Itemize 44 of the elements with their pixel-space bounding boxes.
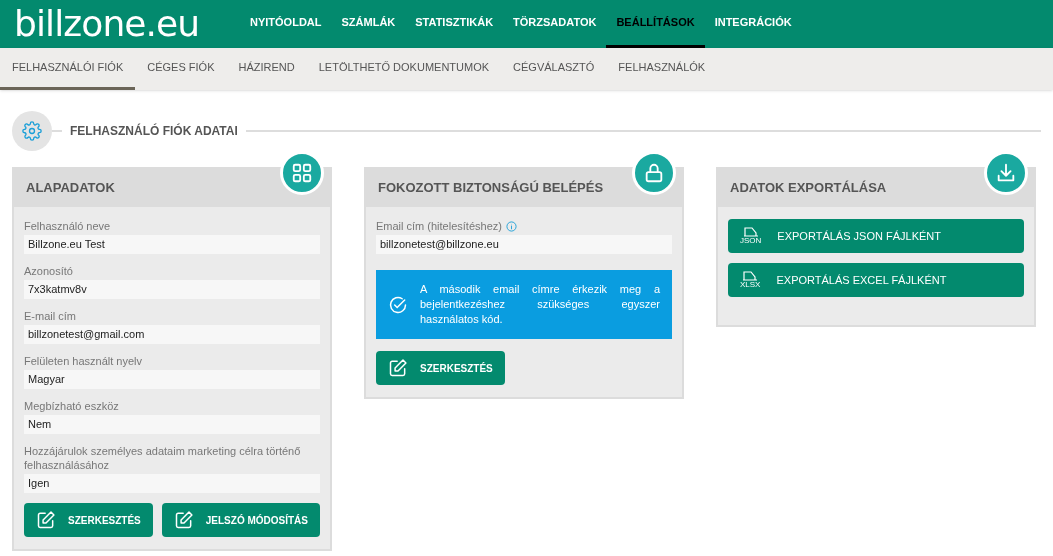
- field-label: Hozzájárulok személyes adataim marketing célra történő felhasználásához: [24, 444, 302, 472]
- edit-button[interactable]: SZERKESZTÉS: [24, 503, 153, 537]
- notice-text: A második email címre érkezik meg a bejelentkezéshez szükséges egyszer használatos kód.: [420, 282, 660, 327]
- field-value: Billzone.eu Test: [24, 235, 320, 254]
- subnav-tab[interactable]: LETÖLTHETŐ DOKUMENTUMOK: [306, 48, 502, 90]
- subnav-tab[interactable]: CÉGES FIÓK: [135, 48, 227, 90]
- field-label: Azonosító: [24, 264, 73, 278]
- edit-button[interactable]: SZERKESZTÉS: [376, 351, 505, 385]
- field-value: billzonetest@billzone.eu: [376, 235, 672, 254]
- subnav-tab[interactable]: FELHASZNÁLÓK: [606, 48, 718, 90]
- field-label: Email cím (hitelesítéshez): [376, 219, 502, 233]
- subnav-tab[interactable]: FELHASZNÁLÓI FIÓK: [0, 48, 136, 90]
- edit-icon: [388, 358, 408, 378]
- nav-tab[interactable]: TÖRZSADATOK: [503, 0, 607, 48]
- field-label: Felületen használt nyelv: [24, 354, 142, 368]
- field-label: Felhasználó neve: [24, 219, 111, 233]
- edit-icon: [36, 510, 56, 530]
- field-label: Megbízható eszköz: [24, 399, 119, 413]
- export-button[interactable]: XLSX EXPORTÁLÁS EXCEL FÁJLKÉNT: [728, 263, 1024, 297]
- edit-icon: [173, 510, 194, 530]
- download-icon: [995, 162, 1017, 184]
- field-value: Nem: [24, 415, 320, 434]
- nav-tab[interactable]: SZÁMLÁK: [331, 0, 406, 48]
- subnav-tab[interactable]: HÁZIREND: [226, 48, 307, 90]
- nav-tab[interactable]: INTEGRÁCIÓK: [704, 0, 802, 48]
- card-title: FOKOZOTT BIZTONSÁGÚ BELÉPÉS: [378, 179, 604, 198]
- section-title: FELHASZNÁLÓ FIÓK ADATAI: [69, 122, 239, 140]
- nav-tab[interactable]: NYITÓOLDAL: [240, 0, 332, 48]
- card-title: ALAPADATOK: [26, 179, 115, 198]
- edit-button[interactable]: JELSZÓ MÓDOSÍTÁS: [161, 503, 320, 537]
- subnav-tab[interactable]: CÉGVÁLASZTÓ: [501, 48, 607, 90]
- grid-icon: [291, 162, 313, 184]
- field-value: 7x3katmv8v: [24, 280, 320, 299]
- field-value: Magyar: [24, 370, 320, 389]
- lock-icon: [643, 162, 665, 184]
- settings-icon: [22, 121, 42, 141]
- export-button[interactable]: JSON EXPORTÁLÁS JSON FÁJLKÉNT: [728, 219, 1024, 253]
- card-title: ADATOK EXPORTÁLÁSA: [730, 179, 887, 198]
- field-value: Igen: [24, 474, 320, 493]
- check-circle-icon: [388, 294, 408, 315]
- nav-tab[interactable]: STATISZTIKÁK: [405, 0, 504, 48]
- logo[interactable]: billzone.eu: [0, 6, 240, 42]
- field-value: billzonetest@gmail.com: [24, 325, 320, 344]
- field-label: E-mail cím: [24, 309, 76, 323]
